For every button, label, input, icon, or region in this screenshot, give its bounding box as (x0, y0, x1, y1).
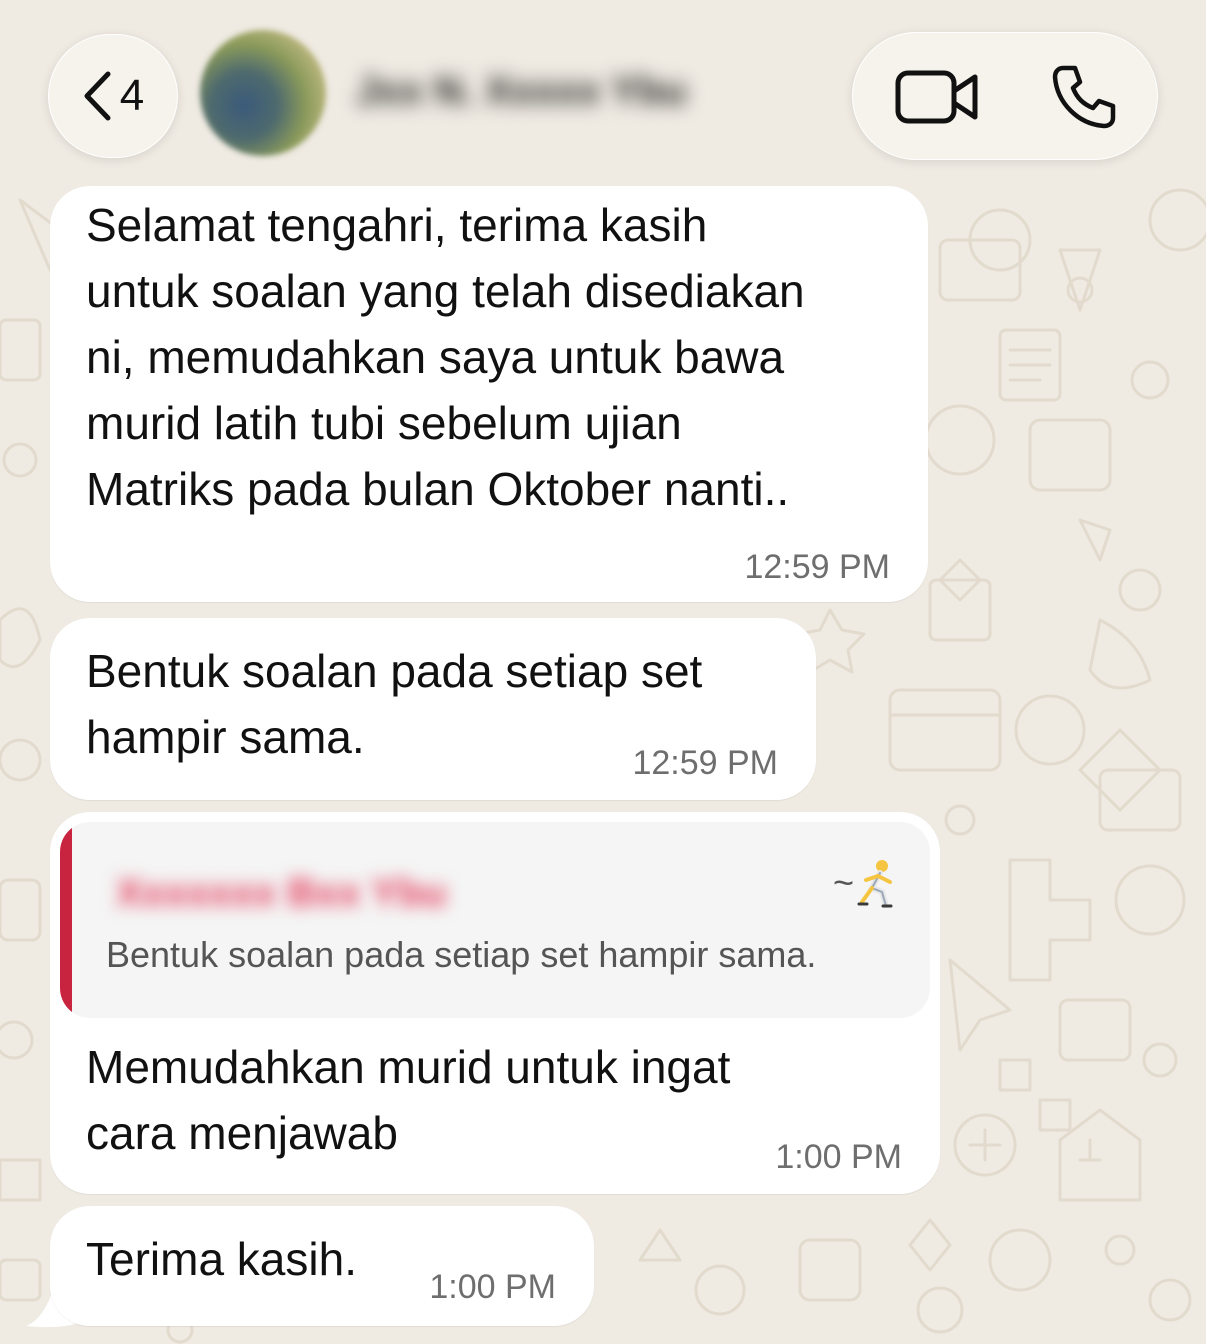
runner-emoji-icon (857, 860, 893, 908)
contact-avatar[interactable] (200, 30, 326, 156)
message-text: Bentuk soalan pada setiap set hampir sam… (86, 645, 703, 763)
message-time: 12:59 PM (632, 744, 778, 782)
reply-message-bubble[interactable]: Xxxxxxx Bxx Ybu ~ Bentuk soalan pada set… (50, 812, 940, 1194)
message-text: Memudahkan murid untuk ingat cara menjaw… (86, 1041, 731, 1159)
quoted-message[interactable]: Xxxxxxx Bxx Ybu ~ Bentuk soalan pada set… (60, 822, 930, 1018)
unread-count: 4 (119, 71, 145, 120)
quoted-text: Bentuk soalan pada setiap set hampir sam… (106, 934, 817, 975)
quote-accent-bar (60, 822, 72, 1018)
call-actions (852, 32, 1158, 160)
tilde-label: ~ (832, 862, 854, 903)
quoted-author: Xxxxxxx Bxx Ybu (116, 871, 447, 915)
contact-name[interactable]: Jxx N. Xxxxx Ybu (356, 64, 756, 118)
message-time: 1:00 PM (429, 1268, 556, 1306)
message-bubble[interactable]: Terima kasih. 1:00 PM (50, 1206, 594, 1326)
phone-call-icon (1052, 65, 1116, 129)
message-bubble[interactable]: Bentuk soalan pada setiap set hampir sam… (50, 618, 816, 800)
quoted-author-tag: ~ (833, 858, 900, 908)
message-time: 1:00 PM (775, 1138, 902, 1176)
message-bubble[interactable]: Selamat tengahri, terima kasih untuk soa… (50, 186, 928, 602)
video-call-button[interactable] (891, 61, 983, 133)
back-button[interactable]: 4 (48, 34, 178, 158)
back-chevron-icon (84, 71, 111, 121)
phone-call-button[interactable] (1045, 59, 1123, 135)
video-call-icon (895, 70, 978, 124)
message-text: Terima kasih. (86, 1233, 357, 1285)
message-time: 12:59 PM (744, 548, 890, 586)
message-text: Selamat tengahri, terima kasih untuk soa… (86, 199, 805, 515)
